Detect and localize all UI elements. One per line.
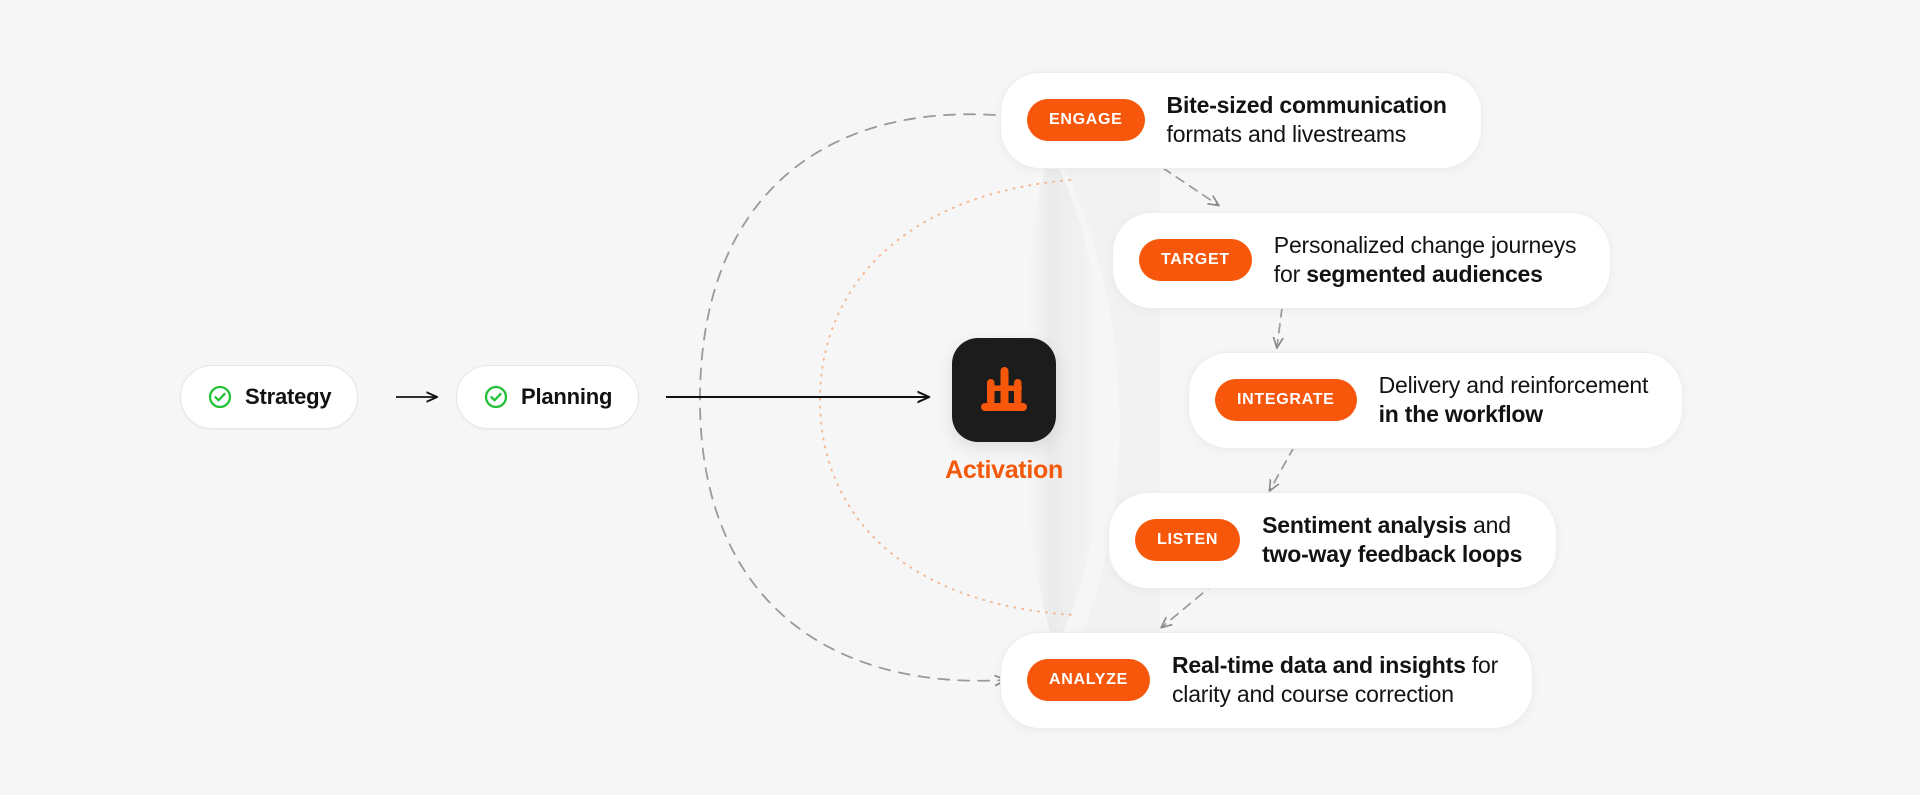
pillar-card-analyze[interactable]: ANALYZE Real-time data and insights for … [1000, 632, 1534, 729]
pillar-line2-bold: segmented audiences [1306, 261, 1543, 288]
connector-listen-to-analyze [1162, 582, 1216, 627]
stage-pill-planning[interactable]: Planning [456, 365, 640, 429]
pillar-line1-reg: for [1465, 652, 1499, 678]
pillar-badge-analyze: ANALYZE [1027, 659, 1150, 702]
pillar-line2-reg: for [1273, 261, 1307, 288]
pillar-card-listen[interactable]: LISTEN Sentiment analysis and two-way fe… [1108, 492, 1558, 589]
stage-label-planning: Planning [521, 384, 613, 409]
pillar-card-target[interactable]: TARGET Personalized change journeys for … [1112, 212, 1612, 309]
pillar-line1-bold: Sentiment analysis [1262, 512, 1467, 538]
pillar-badge-listen: LISTEN [1135, 519, 1241, 562]
pillar-line1-reg: Delivery and reinforcement [1378, 372, 1649, 398]
pillar-badge-integrate: INTEGRATE [1215, 379, 1357, 422]
stage-label-strategy: Strategy [245, 384, 332, 409]
activation-pillars-icon [981, 367, 1027, 411]
pillar-card-engage[interactable]: ENGAGE Bite-sized communication formats … [1000, 72, 1482, 169]
activation-caption: Activation [945, 456, 1063, 484]
pillar-line1-bold: Bite-sized communication [1166, 92, 1447, 118]
pillar-line1-reg: and [1466, 512, 1511, 538]
pillar-badge-engage: ENGAGE [1027, 99, 1145, 142]
pillar-line2-bold: two-way feedback loops [1262, 541, 1523, 568]
diagram-canvas: Strategy Planning Activation ENGAGE Bite… [0, 0, 1920, 795]
pillar-line2-reg: clarity and course correction [1172, 681, 1454, 708]
pillar-line2-reg: formats and livestreams [1166, 121, 1407, 148]
pillar-text-target: Personalized change journeys for segment… [1274, 231, 1577, 290]
pillar-text-engage: Bite-sized communication formats and liv… [1167, 91, 1447, 150]
connector-engage-to-target [1162, 167, 1218, 205]
pillar-text-listen: Sentiment analysis and two-way feedback … [1262, 511, 1522, 570]
pillar-badge-target: TARGET [1139, 239, 1252, 282]
connector-target-to-integrate [1277, 307, 1282, 347]
pillar-line2-bold: in the workflow [1378, 401, 1544, 428]
activation-logo-tile [952, 338, 1056, 442]
pillar-text-integrate: Delivery and reinforcement in the workfl… [1379, 371, 1649, 430]
pillar-card-integrate[interactable]: INTEGRATE Delivery and reinforcement in … [1188, 352, 1684, 449]
check-circle-icon [208, 385, 232, 409]
pillar-text-analyze: Real-time data and insights for clarity … [1172, 651, 1498, 710]
pillar-line1-reg: Personalized change journeys [1273, 232, 1577, 258]
stage-pill-strategy[interactable]: Strategy [180, 365, 359, 429]
connector-integrate-to-listen [1270, 446, 1295, 490]
pillar-line1-bold: Real-time data and insights [1172, 652, 1466, 678]
activation-hub[interactable]: Activation [945, 338, 1063, 485]
check-circle-icon [484, 385, 508, 409]
